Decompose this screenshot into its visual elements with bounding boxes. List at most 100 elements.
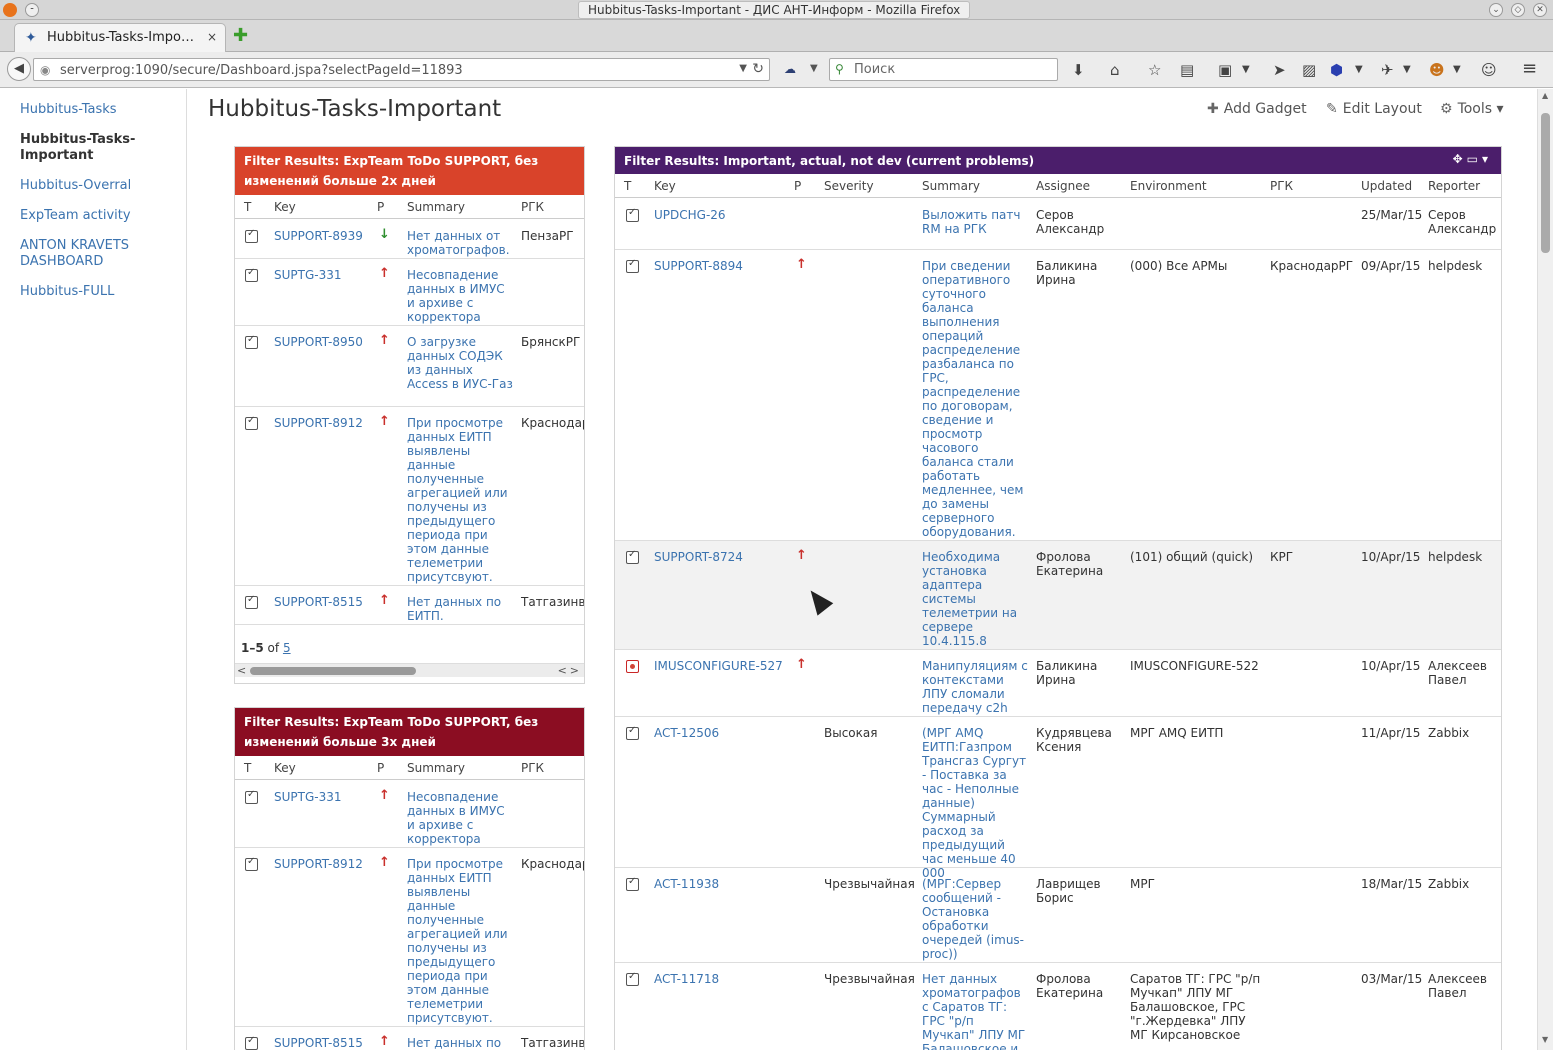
sidebar-item-expteam-activity[interactable]: ExpTeam activity	[20, 208, 180, 224]
reload-icon[interactable]: ↻	[752, 61, 764, 77]
column-header-rgk[interactable]: РГК	[521, 200, 544, 214]
window-menu-icon[interactable]: ⁃	[25, 3, 39, 17]
issue-summary-link[interactable]: (МРГ AMQ ЕИТП:Газпром Трансгаз Сургут - …	[922, 726, 1028, 880]
issue-key-link[interactable]: SUPPORT-8912	[274, 416, 363, 430]
issue-key-link[interactable]: SUPPORT-8724	[654, 550, 743, 564]
scroll-left-icon[interactable]: <	[237, 664, 246, 677]
close-window-icon[interactable]: ✕	[1533, 3, 1547, 17]
column-header-type[interactable]: T	[244, 761, 251, 775]
dropdown-icon[interactable]: ▼	[1242, 64, 1250, 75]
search-engine-dropdown-icon[interactable]: ▼	[810, 63, 818, 74]
column-header-type[interactable]: T	[244, 200, 251, 214]
screenshot-icon[interactable]: ▨	[1302, 61, 1316, 79]
column-header-priority[interactable]: P	[794, 179, 801, 193]
sidebar-item-hubbitus-tasks-important[interactable]: Hubbitus-Tasks-Important	[20, 132, 180, 164]
issue-summary-link[interactable]: Нет данных от хроматографов.	[407, 229, 513, 257]
issue-summary-link[interactable]: Нет данных по ЕИТП.	[407, 1036, 513, 1050]
issue-summary-link[interactable]: При сведении оперативного суточного бала…	[922, 259, 1028, 539]
url-dropdown-icon[interactable]: ▼	[739, 63, 747, 74]
issue-key-link[interactable]: SUPTG-331	[274, 790, 342, 804]
scrollbar-thumb[interactable]	[250, 667, 416, 675]
issue-summary-link[interactable]: При просмотре данных ЕИТП выявлены данны…	[407, 857, 513, 1025]
column-header-reporter[interactable]: Reporter	[1428, 179, 1480, 193]
tools-button[interactable]: ⚙ Tools ▾	[1440, 101, 1504, 117]
pager-total-link[interactable]: 5	[283, 641, 291, 655]
greasemonkey-icon[interactable]: ☻	[1429, 61, 1445, 79]
web-developer-icon[interactable]: ▣	[1218, 61, 1232, 79]
column-header-key[interactable]: Key	[654, 179, 676, 193]
sidebar-item-hubbitus-overral[interactable]: Hubbitus-Overral	[20, 178, 180, 194]
column-header-environment[interactable]: Environment	[1130, 179, 1207, 193]
scroll-right-icon[interactable]: <>	[558, 664, 582, 677]
issue-key-link[interactable]: SUPPORT-8939	[274, 229, 363, 243]
search-box[interactable]: ⚲	[829, 58, 1058, 81]
horizontal-scrollbar[interactable]: < <>	[235, 663, 584, 677]
issue-key-link[interactable]: SUPPORT-8515	[274, 595, 363, 609]
new-tab-icon[interactable]: ✚	[233, 25, 248, 46]
issue-key-link[interactable]: IMUSCONFIGURE-527	[654, 659, 783, 673]
column-header-rgk[interactable]: РГК	[1270, 179, 1293, 193]
issue-key-link[interactable]: SUPPORT-8950	[274, 335, 363, 349]
column-header-summary[interactable]: Summary	[922, 179, 980, 193]
issue-key-link[interactable]: SUPPORT-8515	[274, 1036, 363, 1050]
column-header-severity[interactable]: Severity	[824, 179, 874, 193]
issue-summary-link[interactable]: Выложить патч RM на РГК	[922, 208, 1028, 236]
issue-key-link[interactable]: SUPPORT-8912	[274, 857, 363, 871]
page-vertical-scrollbar[interactable]: ▲ ▼	[1537, 89, 1553, 1050]
send-icon[interactable]: ➤	[1273, 61, 1286, 79]
edit-layout-button[interactable]: ✎ Edit Layout	[1326, 101, 1422, 117]
bookmark-star-icon[interactable]: ☆	[1148, 61, 1161, 79]
issue-summary-link[interactable]: Манипуляциям с контекстами ЛПУ сломали п…	[922, 659, 1028, 715]
column-header-summary[interactable]: Summary	[407, 761, 465, 775]
sidebar-item-anton-kravets-dashboard[interactable]: ANTON KRAVETS DASHBOARD	[20, 238, 180, 270]
chat-icon[interactable]: ☺	[1481, 61, 1497, 79]
issue-summary-link[interactable]: Несовпадение данных в ИМУС и архиве с ко…	[407, 790, 513, 846]
issue-key-link[interactable]: SUPPORT-8894	[654, 259, 743, 273]
issue-summary-link[interactable]: Необходима установка адаптера системы те…	[922, 550, 1028, 648]
column-header-key[interactable]: Key	[274, 200, 296, 214]
search-engine-icon[interactable]: ☁	[784, 62, 796, 76]
column-header-type[interactable]: T	[624, 179, 631, 193]
issue-key-link[interactable]: ACT-12506	[654, 726, 719, 740]
issue-summary-link[interactable]: О загрузке данных СОДЭК из данных Access…	[407, 335, 513, 391]
home-icon[interactable]: ⌂	[1110, 61, 1120, 79]
url-bar[interactable]: ◉ serverprog:1090/secure/Dashboard.jspa?…	[33, 58, 770, 81]
reading-list-icon[interactable]: ▤	[1180, 61, 1194, 79]
minimize-icon[interactable]: ⌄	[1489, 3, 1503, 17]
issue-key-link[interactable]: UPDCHG-26	[654, 208, 726, 222]
add-gadget-button[interactable]: ✚ Add Gadget	[1207, 101, 1307, 117]
issue-summary-link[interactable]: При просмотре данных ЕИТП выявлены данны…	[407, 416, 513, 584]
column-header-rgk[interactable]: РГК	[521, 761, 544, 775]
column-header-priority[interactable]: P	[377, 761, 384, 775]
scroll-up-icon[interactable]: ▲	[1542, 91, 1548, 100]
column-header-updated[interactable]: Updated	[1361, 179, 1412, 193]
tab-close-icon[interactable]: ×	[207, 30, 217, 44]
issue-summary-link[interactable]: Несовпадение данных в ИМУС и архиве с ко…	[407, 268, 513, 324]
abp-icon[interactable]: ⬢	[1330, 61, 1343, 79]
dropdown-icon[interactable]: ▼	[1403, 64, 1411, 75]
column-header-summary[interactable]: Summary	[407, 200, 465, 214]
scrollbar-thumb[interactable]	[1541, 113, 1550, 253]
issue-key-link[interactable]: ACT-11718	[654, 972, 719, 986]
gadget-menu-icon[interactable]: ▾	[1482, 152, 1492, 166]
sidebar-item-hubbitus-full[interactable]: Hubbitus-FULL	[20, 284, 180, 300]
maximize-gadget-icon[interactable]: ▭	[1467, 152, 1482, 166]
dropdown-icon[interactable]: ▼	[1453, 64, 1461, 75]
issue-summary-link[interactable]: Нет данных хроматографов с Саратов ТГ: Г…	[922, 972, 1028, 1050]
scroll-down-icon[interactable]: ▼	[1542, 1035, 1548, 1044]
sidebar-item-hubbitus-tasks[interactable]: Hubbitus-Tasks	[20, 102, 180, 118]
issue-key-link[interactable]: SUPTG-331	[274, 268, 342, 282]
move-icon[interactable]: ✥	[1453, 152, 1467, 166]
extension-icon[interactable]: ✈	[1381, 61, 1394, 79]
hamburger-menu-icon[interactable]: ≡	[1522, 58, 1537, 79]
issue-summary-link[interactable]: (МРГ:Сервер сообщений - Остановка обрабо…	[922, 877, 1028, 961]
search-input[interactable]	[852, 61, 1052, 78]
maximize-icon[interactable]: ◇	[1511, 3, 1525, 17]
issue-summary-link[interactable]: Нет данных по ЕИТП.	[407, 595, 513, 623]
dropdown-icon[interactable]: ▼	[1355, 64, 1363, 75]
issue-key-link[interactable]: ACT-11938	[654, 877, 719, 891]
browser-tab[interactable]: ✦ Hubbitus-Tasks-Impo… ×	[14, 23, 226, 52]
column-header-priority[interactable]: P	[377, 200, 384, 214]
back-arrow-icon[interactable]: ◀	[7, 57, 31, 81]
column-header-key[interactable]: Key	[274, 761, 296, 775]
